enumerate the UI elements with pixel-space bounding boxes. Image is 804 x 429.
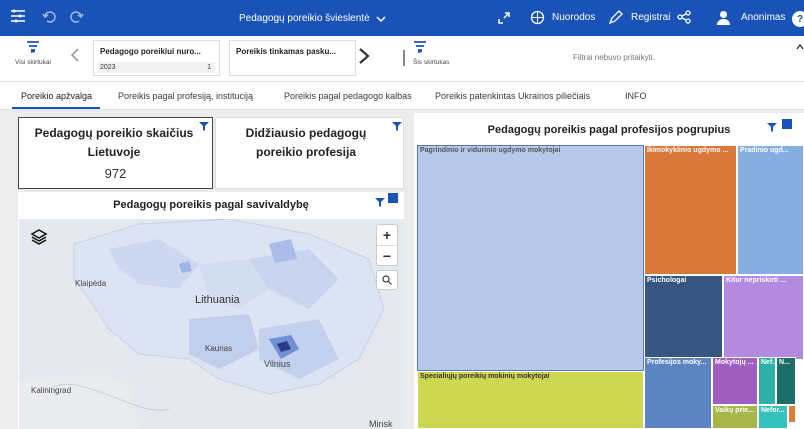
treemap-cell-label: Nefor... — [761, 407, 785, 414]
undo-icon[interactable] — [42, 10, 56, 24]
user-button[interactable]: Anonimas — [717, 10, 785, 25]
treemap-cell[interactable]: Pagrindinio ir vidurinio ugdymo mokytoja… — [417, 145, 644, 371]
kpi-top-profession-title: Didžiausio pedagogų poreikio profesija — [245, 126, 367, 159]
treemap-cell-label: Nef... — [761, 359, 775, 366]
active-tab-indicator — [12, 107, 100, 109]
filter-dropdown-1[interactable]: Pedagogo poreikiui nuro... 2023 1 — [93, 40, 220, 76]
treemap-cell[interactable]: Ikimokyklinio ugdymo ... — [644, 145, 737, 275]
dashboard-title[interactable]: Pedagogų poreikio švieslentė — [239, 13, 386, 24]
links-button[interactable]: Nuorodos — [530, 10, 595, 25]
pen-icon — [608, 10, 623, 25]
map-title: Pedagogų poreikis pagal savivaldybę — [113, 199, 309, 211]
filter-indicator-icon[interactable] — [767, 119, 777, 137]
treemap-cell-label: Ikimokyklinio ugdymo ... — [647, 147, 729, 154]
filter-bar: Visi skirtukai Pedagogo poreikiui nuro..… — [0, 36, 804, 82]
treemap-cell-label: Pagrindinio ir vidurinio ugdymo mokytoja… — [420, 147, 561, 154]
this-tab-filters-label: Šis skirtukas — [413, 59, 450, 66]
divider — [403, 50, 405, 66]
zoom-out-button[interactable]: − — [377, 245, 397, 265]
map-label-kaunas: Kaunas — [205, 344, 233, 353]
info-icon[interactable] — [388, 193, 398, 203]
treemap-cell-label: Specialiųjų poreikių mokinių mokytojai — [420, 373, 550, 380]
treemap-cell-label: N... — [779, 359, 790, 366]
register-button[interactable]: Registrai — [608, 10, 670, 25]
info-icon[interactable] — [782, 119, 792, 129]
treemap-cell-label: Profesijos moky... — [647, 359, 707, 366]
treemap-cell[interactable]: Mokytojų ... — [712, 357, 758, 405]
treemap-cell[interactable]: N... — [776, 357, 796, 405]
filter-icon — [27, 41, 39, 53]
map-search-button[interactable] — [376, 270, 398, 290]
filter-indicator-icon[interactable] — [199, 118, 209, 136]
filter-indicator-icon[interactable] — [392, 118, 402, 136]
menu-icon[interactable] — [10, 8, 26, 26]
user-label: Anonimas — [741, 12, 786, 23]
treemap-cell[interactable]: Specialiųjų poreikių mokinių mokytojai — [417, 371, 644, 429]
redo-icon[interactable] — [70, 10, 84, 24]
map[interactable]: Klaipėda Lithuania Kaunas Vilnius Kalini… — [19, 219, 404, 429]
tab-by-profession[interactable]: Poreikis pagal profesiją, instituciją — [118, 91, 253, 101]
links-label: Nuorodos — [552, 12, 596, 23]
tab-bar: Poreikio apžvalga Poreikis pagal profesi… — [0, 82, 804, 110]
map-label-lithuania: Lithuania — [195, 294, 240, 306]
treemap-cell-label: Kitur nepriskirti ... — [726, 277, 786, 284]
treemap: Pagrindinio ir vidurinio ugdymo mokytoja… — [417, 145, 804, 429]
kpi-card-total: Pedagogų poreikio skaičius Lietuvoje 972 — [18, 117, 213, 189]
all-filters-button[interactable]: Visi skirtukai — [7, 41, 59, 66]
tab-ukraine[interactable]: Poreikis patenkintas Ukrainos piliečiais — [435, 91, 590, 101]
all-filters-label: Visi skirtukai — [14, 59, 51, 66]
user-icon — [717, 11, 730, 25]
filter-icon — [414, 41, 426, 53]
map-label-vilnius: Vilnius — [264, 359, 291, 369]
treemap-cell-label: Mokytojų ... — [715, 359, 754, 366]
map-canvas — [19, 219, 404, 429]
tab-overview[interactable]: Poreikio apžvalga — [21, 91, 92, 101]
dashboard-title-text: Pedagogų poreikio švieslentė — [239, 13, 370, 24]
map-label-klaipeda: Klaipėda — [75, 279, 107, 288]
kpi-total-value: 972 — [104, 166, 127, 181]
filter-dropdown-1-title: Pedagogo poreikiui nuro... — [100, 47, 201, 56]
top-bar: Pedagogų poreikio švieslentė Nuorodos Re… — [0, 0, 804, 36]
compass-icon — [530, 10, 545, 25]
chevron-down-icon — [376, 15, 386, 22]
map-label-minsk: Minsk — [369, 419, 393, 429]
treemap-cell[interactable]: Nef... — [758, 357, 776, 405]
treemap-cell-label: Vaikų prie... — [715, 407, 754, 414]
kpi-total-title: Pedagogų poreikio skaičius Lietuvoje — [34, 126, 194, 159]
filter-indicator-icon[interactable] — [375, 194, 385, 212]
treemap-cell[interactable] — [788, 405, 796, 423]
share-icon[interactable] — [677, 10, 691, 24]
search-icon — [382, 275, 392, 285]
filter-dropdown-1-count: 1 — [207, 64, 211, 71]
treemap-cell[interactable]: Nefor... — [758, 405, 788, 429]
treemap-cell[interactable]: Pradinio ugd... — [737, 145, 804, 275]
no-filters-text: Filtrai nebuvo pritaikyti. — [573, 53, 655, 62]
tab-info[interactable]: INFO — [625, 91, 647, 101]
fullscreen-icon[interactable] — [497, 11, 511, 25]
zoom-in-button[interactable]: + — [377, 225, 397, 245]
register-label: Registrai — [631, 12, 671, 23]
tab-by-language[interactable]: Poreikis pagal pedagogo kalbas — [284, 91, 412, 101]
filter-dropdown-1-value: 2023 — [100, 64, 116, 71]
treemap-cell[interactable]: Profesijos moky... — [644, 357, 712, 429]
this-tab-filters-button[interactable]: Šis skirtukas — [413, 41, 465, 66]
help-icon[interactable]: ? — [792, 11, 804, 27]
kpi-card-top-profession: Didžiausio pedagogų poreikio profesija — [215, 117, 404, 189]
treemap-cell-label: Pradinio ugd... — [740, 147, 789, 154]
collapse-icon[interactable] — [796, 38, 804, 56]
treemap-title: Pedagogų poreikis pagal profesijos pogru… — [487, 124, 731, 136]
layers-icon[interactable] — [30, 228, 48, 246]
map-label-kaliningrad: Kaliningrad — [31, 386, 72, 395]
map-zoom-controls: + − — [376, 224, 398, 266]
filter-dropdown-2[interactable]: Poreikis tinkamas pasku... — [229, 40, 356, 76]
scroll-left-icon[interactable] — [70, 48, 80, 67]
treemap-cell[interactable]: Vaikų prie... — [712, 405, 758, 429]
scroll-right-icon[interactable] — [358, 48, 370, 69]
filter-dropdown-2-title: Poreikis tinkamas pasku... — [236, 47, 337, 56]
treemap-cell[interactable]: Kitur nepriskirti ... — [723, 275, 804, 360]
treemap-cell-label: Psichologai — [647, 277, 687, 284]
